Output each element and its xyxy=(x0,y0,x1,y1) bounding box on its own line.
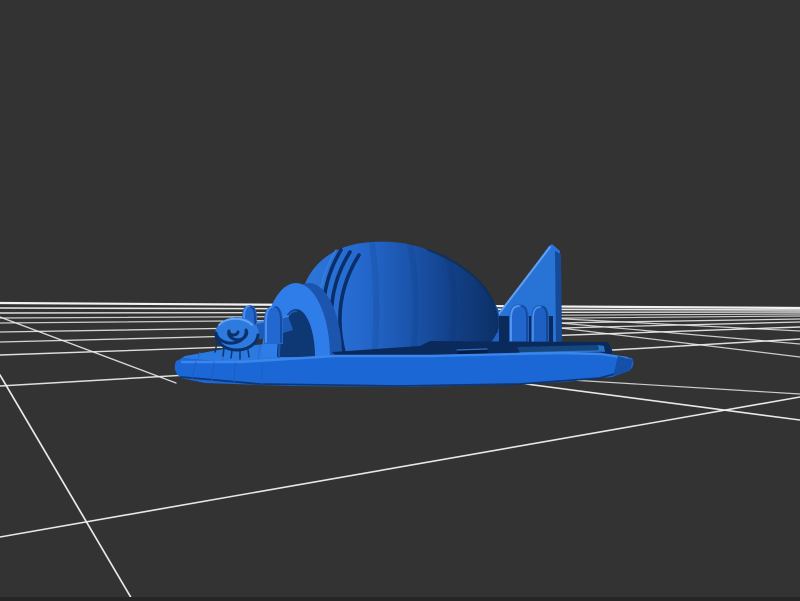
tail-fin-right-edge xyxy=(555,251,562,344)
viewport-3d[interactable] xyxy=(0,0,800,601)
base-plaque-end xyxy=(598,345,605,352)
viewer-window xyxy=(0,0,800,601)
viewport-bottom-edge xyxy=(0,597,800,601)
